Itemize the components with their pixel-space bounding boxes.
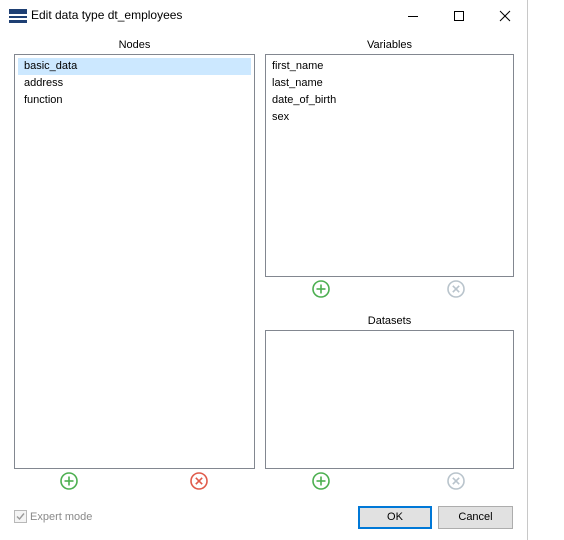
nodes-list[interactable]: basic_data address function <box>14 54 255 469</box>
variable-item-date-of-birth[interactable]: date_of_birth <box>266 92 513 109</box>
maximize-icon <box>454 11 464 21</box>
window-title: Edit data type dt_employees <box>31 8 183 22</box>
add-node-button[interactable] <box>59 471 79 491</box>
remove-dataset-button[interactable] <box>446 471 466 491</box>
variable-item-sex[interactable]: sex <box>266 109 513 126</box>
add-dataset-button[interactable] <box>311 471 331 491</box>
plus-circle-icon <box>312 472 330 490</box>
x-circle-icon <box>447 472 465 490</box>
cancel-button[interactable]: Cancel <box>438 506 513 529</box>
node-item-basic-data[interactable]: basic_data <box>18 58 251 75</box>
variable-item-last-name[interactable]: last_name <box>266 75 513 92</box>
datasets-label: Datasets <box>367 315 412 327</box>
ok-button[interactable]: OK <box>358 506 432 529</box>
plus-circle-icon <box>312 280 330 298</box>
maximize-button[interactable] <box>436 0 482 31</box>
expert-mode-label: Expert mode <box>30 511 93 523</box>
node-item-function[interactable]: function <box>18 92 251 109</box>
app-icon <box>9 9 27 23</box>
expert-mode-checkbox[interactable] <box>14 510 27 523</box>
close-button[interactable] <box>482 0 528 31</box>
add-variable-button[interactable] <box>311 279 331 299</box>
dialog-window: Edit data type dt_employees Nodes basic_… <box>0 0 528 540</box>
x-circle-icon <box>190 472 208 490</box>
minimize-button[interactable] <box>390 0 436 31</box>
minimize-icon <box>408 16 418 17</box>
datasets-list[interactable] <box>265 330 514 469</box>
plus-circle-icon <box>60 472 78 490</box>
close-icon <box>499 10 511 22</box>
remove-node-button[interactable] <box>189 471 209 491</box>
title-bar[interactable]: Edit data type dt_employees <box>0 0 528 31</box>
variables-label: Variables <box>366 39 413 51</box>
variables-list[interactable]: first_name last_name date_of_birth sex <box>265 54 514 277</box>
variable-item-first-name[interactable]: first_name <box>266 58 513 75</box>
remove-variable-button[interactable] <box>446 279 466 299</box>
nodes-label: Nodes <box>118 39 151 51</box>
x-circle-icon <box>447 280 465 298</box>
node-item-address[interactable]: address <box>18 75 251 92</box>
checkmark-icon <box>16 513 25 521</box>
